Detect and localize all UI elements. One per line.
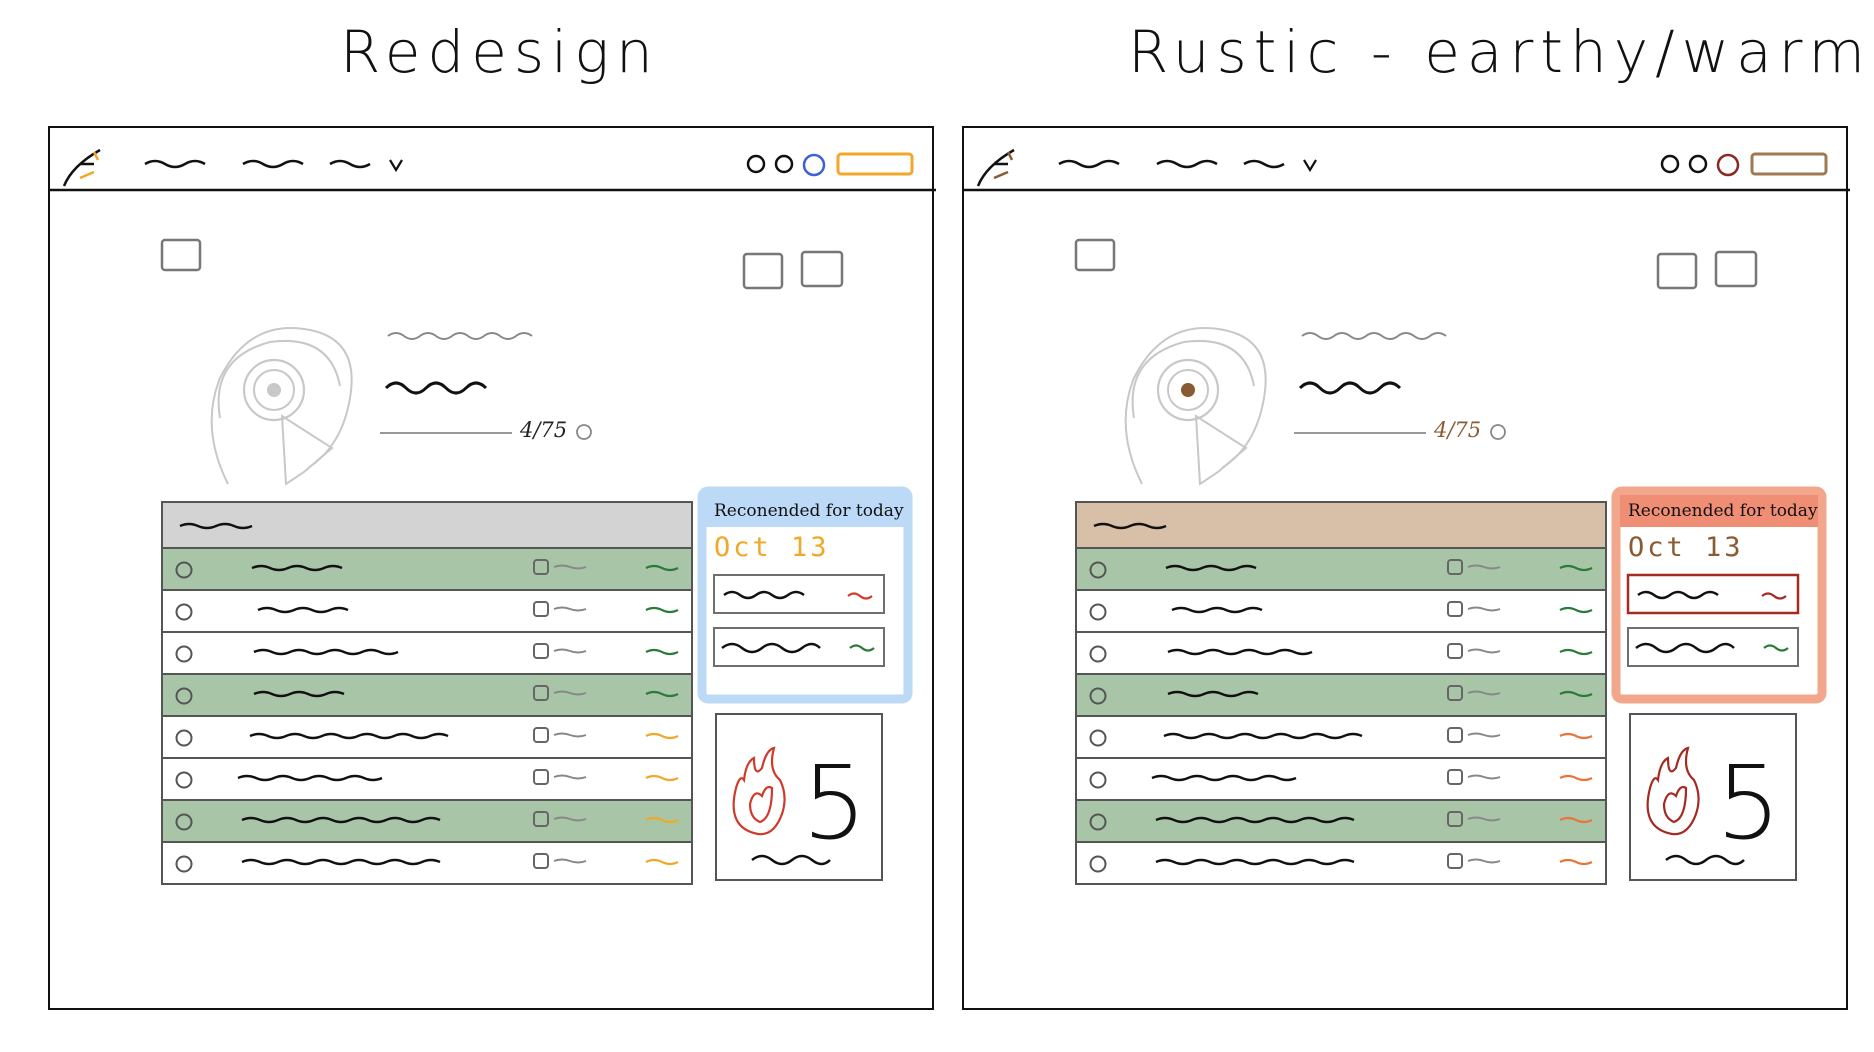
flame-icon <box>732 746 786 836</box>
table-row[interactable] <box>161 631 693 675</box>
panel-title-rustic: Rustic - earthy/warm <box>1128 18 1872 86</box>
avatar <box>210 327 353 486</box>
wireframe-redesign: Reconended for today Oct 13 4/75 5 <box>48 126 936 1010</box>
nav-item-2 <box>242 159 304 169</box>
recommended-date: Oct 13 <box>1628 532 1744 563</box>
nav-pill <box>1750 152 1828 176</box>
table-row[interactable] <box>1075 799 1607 843</box>
task-table <box>161 501 693 885</box>
action-square-2 <box>800 250 844 288</box>
table-row[interactable] <box>1075 673 1607 717</box>
recommended-date: Oct 13 <box>714 532 830 563</box>
nav-circle-3 <box>1716 153 1740 177</box>
nav-item-2 <box>1156 159 1218 169</box>
wireframe-rustic: Reconended for today Oct 13 4/75 5 <box>962 126 1850 1010</box>
back-square <box>160 238 202 272</box>
back-square <box>1074 238 1116 272</box>
action-square-2 <box>1714 250 1758 288</box>
panel-title-redesign: Redesign <box>340 18 660 86</box>
logo-icon <box>976 148 1015 187</box>
wireframe-sketch <box>964 148 1850 885</box>
recommended-label: Reconended for today <box>714 501 904 521</box>
progress-text: 4/75 <box>520 418 568 442</box>
username-line <box>1301 332 1447 340</box>
nav-circle-3 <box>802 153 826 177</box>
display-name-line <box>384 381 488 395</box>
action-square-1 <box>742 252 784 290</box>
nav-pill <box>836 152 914 176</box>
table-row[interactable] <box>1075 841 1607 885</box>
progress-circle <box>576 424 592 440</box>
table-row[interactable] <box>161 799 693 843</box>
table-row[interactable] <box>1075 715 1607 759</box>
wireframe-sketch <box>50 148 936 885</box>
table-row[interactable] <box>1075 547 1607 591</box>
table-header <box>1075 501 1607 549</box>
progress-circle <box>1490 424 1506 440</box>
table-row[interactable] <box>1075 631 1607 675</box>
nav-item-3 <box>1243 159 1285 169</box>
nav-item-1 <box>1058 159 1120 169</box>
table-row[interactable] <box>161 547 693 591</box>
streak-count: 5 <box>802 744 867 863</box>
progress-text: 4/75 <box>1434 418 1482 442</box>
table-row[interactable] <box>1075 589 1607 633</box>
table-row[interactable] <box>161 757 693 801</box>
nav-circle-1 <box>746 154 766 174</box>
nav-item-1 <box>144 159 206 169</box>
nav-circle-2 <box>1688 154 1708 174</box>
nav-item-3 <box>329 159 371 169</box>
display-name-line <box>1298 381 1402 395</box>
task-table <box>1075 501 1607 885</box>
chevron-down-icon <box>1303 159 1317 173</box>
action-square-1 <box>1656 252 1698 290</box>
table-row[interactable] <box>1075 757 1607 801</box>
table-row[interactable] <box>161 673 693 717</box>
table-row[interactable] <box>161 841 693 885</box>
nav-circle-1 <box>1660 154 1680 174</box>
avatar <box>1124 327 1267 486</box>
streak-count: 5 <box>1716 744 1781 863</box>
flame-icon <box>1646 746 1700 836</box>
chevron-down-icon <box>389 159 403 173</box>
logo-icon <box>62 148 101 187</box>
table-header <box>161 501 693 549</box>
nav-circle-2 <box>774 154 794 174</box>
recommended-label: Reconended for today <box>1628 501 1818 521</box>
table-row[interactable] <box>161 589 693 633</box>
username-line <box>387 332 533 340</box>
table-row[interactable] <box>161 715 693 759</box>
